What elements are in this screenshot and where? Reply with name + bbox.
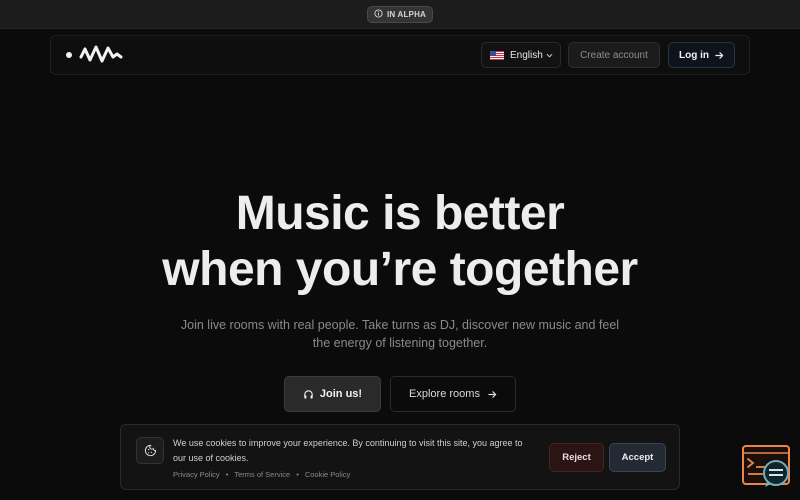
login-label: Log in — [679, 49, 709, 61]
hero-title-line-2: when you’re together — [162, 243, 638, 296]
main-navbar: English Create account Log in — [50, 35, 750, 75]
join-us-button[interactable]: Join us! — [284, 376, 381, 412]
link-separator: • — [296, 470, 299, 479]
language-label: English — [510, 49, 543, 61]
accept-cookies-button[interactable]: Accept — [609, 443, 666, 472]
terms-of-service-link[interactable]: Terms of Service — [234, 470, 290, 479]
hero-title: Music is better when you’re together — [0, 186, 800, 298]
us-flag-icon — [490, 50, 504, 60]
hero-subtitle-line-1: Join live rooms with real people. Take t… — [180, 318, 620, 332]
arrow-right-icon — [488, 390, 497, 398]
terminal-chat-icon[interactable] — [741, 444, 793, 488]
cookie-consent-banner: We use cookies to improve your experienc… — [120, 424, 680, 490]
join-us-label: Join us! — [319, 388, 363, 400]
alpha-badge: IN ALPHA — [367, 6, 433, 23]
waveform-logo-icon[interactable] — [65, 43, 133, 67]
language-selector[interactable]: English — [481, 42, 561, 68]
cookie-icon — [144, 444, 156, 457]
explore-rooms-label: Explore rooms — [409, 388, 480, 400]
alpha-banner: IN ALPHA — [0, 0, 800, 29]
reject-cookies-button[interactable]: Reject — [549, 443, 604, 472]
info-circle-icon — [374, 9, 383, 20]
create-account-button[interactable]: Create account — [568, 42, 660, 68]
explore-rooms-button[interactable]: Explore rooms — [390, 376, 516, 412]
cookie-message-line-1: We use cookies to improve your experienc… — [173, 438, 523, 448]
hero-subtitle: Join live rooms with real people. Take t… — [180, 316, 620, 352]
cookie-policy-link[interactable]: Cookie Policy — [305, 470, 350, 479]
cookie-message: We use cookies to improve your experienc… — [173, 436, 545, 466]
privacy-policy-link[interactable]: Privacy Policy — [173, 470, 220, 479]
arrow-right-icon — [715, 51, 724, 59]
alpha-badge-label: IN ALPHA — [386, 10, 427, 19]
login-button[interactable]: Log in — [668, 42, 735, 68]
cookie-links: Privacy Policy • Terms of Service • Cook… — [173, 470, 350, 479]
cookie-message-line-2: our use of cookies. — [173, 453, 249, 463]
chevron-down-icon — [546, 53, 553, 58]
headphones-icon — [304, 389, 313, 399]
hero-title-line-1: Music is better — [235, 187, 565, 240]
link-separator: • — [225, 470, 229, 479]
cookie-icon-box — [136, 437, 164, 464]
hero-subtitle-line-2: the energy of listening together. — [312, 336, 488, 350]
